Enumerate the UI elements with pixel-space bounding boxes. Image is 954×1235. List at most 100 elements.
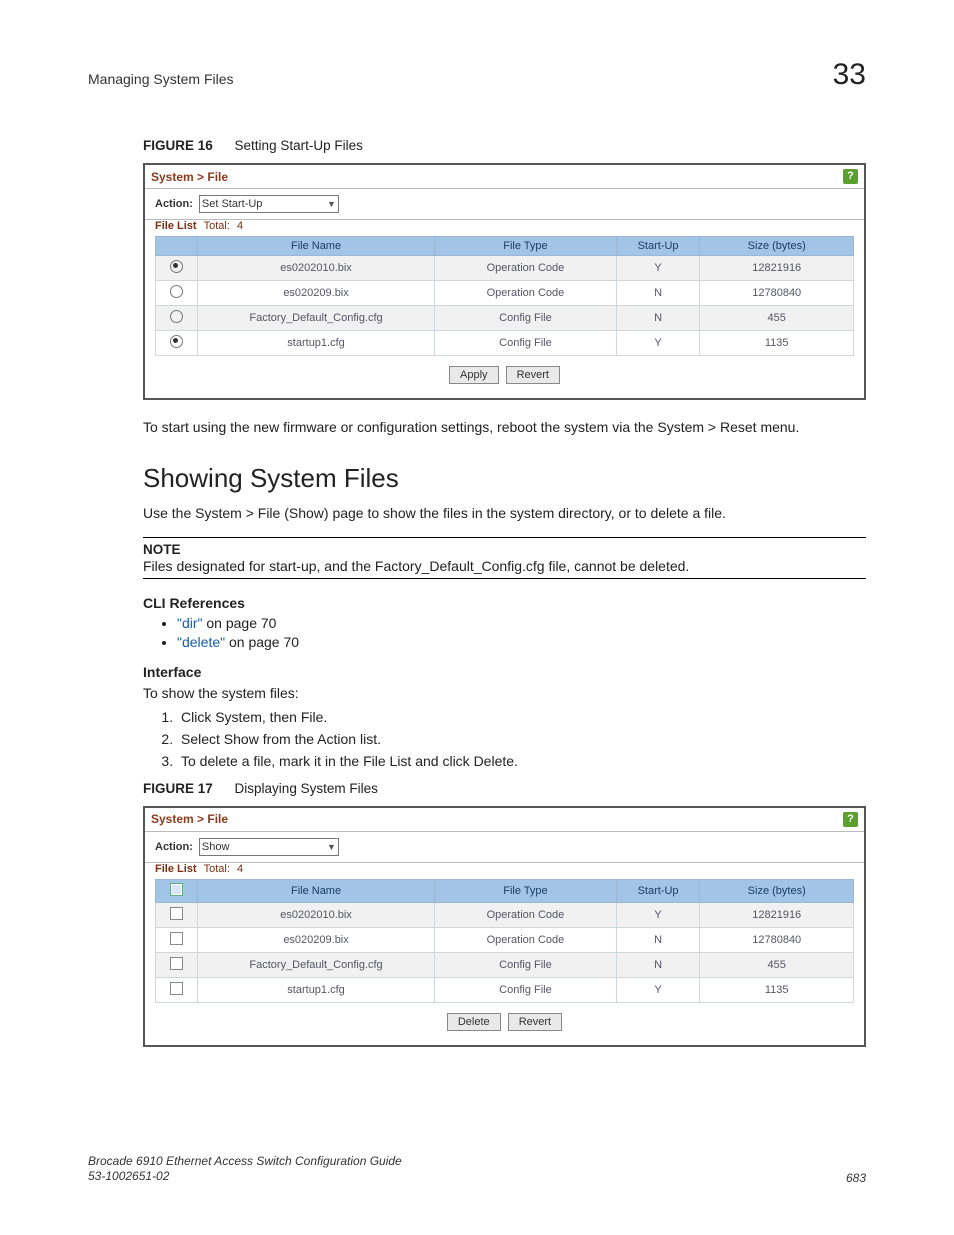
cli-link-delete[interactable]: "delete" xyxy=(177,634,225,650)
cell-startup: Y xyxy=(616,256,700,281)
step-item: To delete a file, mark it in the File Li… xyxy=(177,753,866,769)
action-select[interactable]: Set Start-Up ▼ xyxy=(199,195,339,213)
breadcrumb: System > File xyxy=(151,170,228,184)
select-all-checkbox[interactable] xyxy=(170,883,183,896)
total-value: 4 xyxy=(237,863,243,875)
row-checkbox[interactable] xyxy=(170,957,183,970)
radio-select[interactable] xyxy=(170,285,183,298)
panel-show-files: System > File ? Action: Show ▼ File List… xyxy=(143,806,866,1047)
col-startup: Start-Up xyxy=(616,879,700,902)
note-block: NOTE Files designated for start-up, and … xyxy=(143,537,866,579)
file-list-label: File List xyxy=(155,863,197,875)
col-file-name: File Name xyxy=(197,879,434,902)
figure17-caption: FIGURE 17 Displaying System Files xyxy=(143,781,866,796)
cell-file-name: startup1.cfg xyxy=(197,331,434,356)
section-title: Showing System Files xyxy=(143,463,866,494)
row-checkbox[interactable] xyxy=(170,932,183,945)
total-value: 4 xyxy=(237,220,243,232)
footer-docnum: 53-1002651-02 xyxy=(88,1169,402,1185)
action-select[interactable]: Show ▼ xyxy=(199,838,339,856)
chapter-number: 33 xyxy=(833,58,866,92)
cell-size: 12780840 xyxy=(700,281,854,306)
table-row: Factory_Default_Config.cfg Config File N… xyxy=(156,306,854,331)
cell-file-name: Factory_Default_Config.cfg xyxy=(197,306,434,331)
radio-select[interactable] xyxy=(170,310,183,323)
action-label: Action: xyxy=(155,198,193,210)
cell-file-type: Operation Code xyxy=(435,256,616,281)
cell-file-type: Config File xyxy=(435,306,616,331)
cell-file-type: Config File xyxy=(435,977,616,1002)
cli-heading: CLI References xyxy=(143,595,866,611)
col-startup: Start-Up xyxy=(616,237,700,256)
col-size: Size (bytes) xyxy=(700,237,854,256)
page-footer: Brocade 6910 Ethernet Access Switch Conf… xyxy=(88,1154,866,1185)
delete-button[interactable]: Delete xyxy=(447,1013,501,1031)
table-row: es020209.bix Operation Code N 12780840 xyxy=(156,927,854,952)
radio-select[interactable] xyxy=(170,335,183,348)
revert-button[interactable]: Revert xyxy=(508,1013,562,1031)
list-item: "dir" on page 70 xyxy=(177,615,866,631)
cell-size: 12821916 xyxy=(700,902,854,927)
cell-startup: N xyxy=(616,281,700,306)
running-header: Managing System Files 33 xyxy=(88,58,866,92)
col-file-name: File Name xyxy=(197,237,434,256)
table-row: startup1.cfg Config File Y 1135 xyxy=(156,331,854,356)
table-row: startup1.cfg Config File Y 1135 xyxy=(156,977,854,1002)
chevron-down-icon: ▼ xyxy=(327,842,336,852)
col-size: Size (bytes) xyxy=(700,879,854,902)
table-row: Factory_Default_Config.cfg Config File N… xyxy=(156,952,854,977)
file-list-table: File Name File Type Start-Up Size (bytes… xyxy=(155,879,854,1003)
section-name: Managing System Files xyxy=(88,71,234,87)
cell-file-type: Operation Code xyxy=(435,281,616,306)
file-list-table: File Name File Type Start-Up Size (bytes… xyxy=(155,236,854,356)
cell-file-name: startup1.cfg xyxy=(197,977,434,1002)
cell-file-type: Operation Code xyxy=(435,927,616,952)
table-row: es0202010.bix Operation Code Y 12821916 xyxy=(156,256,854,281)
row-checkbox[interactable] xyxy=(170,907,183,920)
cell-startup: Y xyxy=(616,977,700,1002)
cell-size: 12821916 xyxy=(700,256,854,281)
revert-button[interactable]: Revert xyxy=(506,366,560,384)
cell-file-name: es0202010.bix xyxy=(197,256,434,281)
figure16-label: FIGURE 16 xyxy=(143,138,213,153)
cell-startup: N xyxy=(616,306,700,331)
cli-list: "dir" on page 70 "delete" on page 70 xyxy=(143,615,866,650)
cell-size: 1135 xyxy=(700,977,854,1002)
help-icon[interactable]: ? xyxy=(843,812,858,827)
list-item: "delete" on page 70 xyxy=(177,634,866,650)
row-checkbox[interactable] xyxy=(170,982,183,995)
step-item: Click System, then File. xyxy=(177,709,866,725)
radio-select[interactable] xyxy=(170,260,183,273)
figure16-caption: FIGURE 16 Setting Start-Up Files xyxy=(143,138,866,153)
note-text: Files designated for start-up, and the F… xyxy=(143,558,866,574)
page-number: 683 xyxy=(846,1171,866,1185)
note-label: NOTE xyxy=(143,542,866,557)
cell-startup: Y xyxy=(616,902,700,927)
steps-list: Click System, then File. Select Show fro… xyxy=(143,709,866,769)
figure17-label: FIGURE 17 xyxy=(143,781,213,796)
cell-file-name: es0202010.bix xyxy=(197,902,434,927)
action-label: Action: xyxy=(155,841,193,853)
breadcrumb: System > File xyxy=(151,812,228,826)
help-icon[interactable]: ? xyxy=(843,169,858,184)
apply-button[interactable]: Apply xyxy=(449,366,499,384)
panel-set-startup: System > File ? Action: Set Start-Up ▼ F… xyxy=(143,163,866,400)
interface-heading: Interface xyxy=(143,664,866,680)
cell-file-name: es020209.bix xyxy=(197,281,434,306)
cell-file-type: Operation Code xyxy=(435,902,616,927)
footer-title: Brocade 6910 Ethernet Access Switch Conf… xyxy=(88,1154,402,1170)
cell-size: 455 xyxy=(700,306,854,331)
cli-link-dir[interactable]: "dir" xyxy=(177,615,203,631)
figure17-title: Displaying System Files xyxy=(235,781,378,796)
table-row: es020209.bix Operation Code N 12780840 xyxy=(156,281,854,306)
cell-size: 12780840 xyxy=(700,927,854,952)
cli-suffix: on page 70 xyxy=(203,615,277,631)
col-file-type: File Type xyxy=(435,237,616,256)
cell-size: 1135 xyxy=(700,331,854,356)
cell-startup: N xyxy=(616,952,700,977)
chevron-down-icon: ▼ xyxy=(327,199,336,209)
cell-file-name: es020209.bix xyxy=(197,927,434,952)
file-list-label: File List xyxy=(155,220,197,232)
figure16-title: Setting Start-Up Files xyxy=(235,138,363,153)
para-after-fig16: To start using the new firmware or confi… xyxy=(143,418,866,437)
